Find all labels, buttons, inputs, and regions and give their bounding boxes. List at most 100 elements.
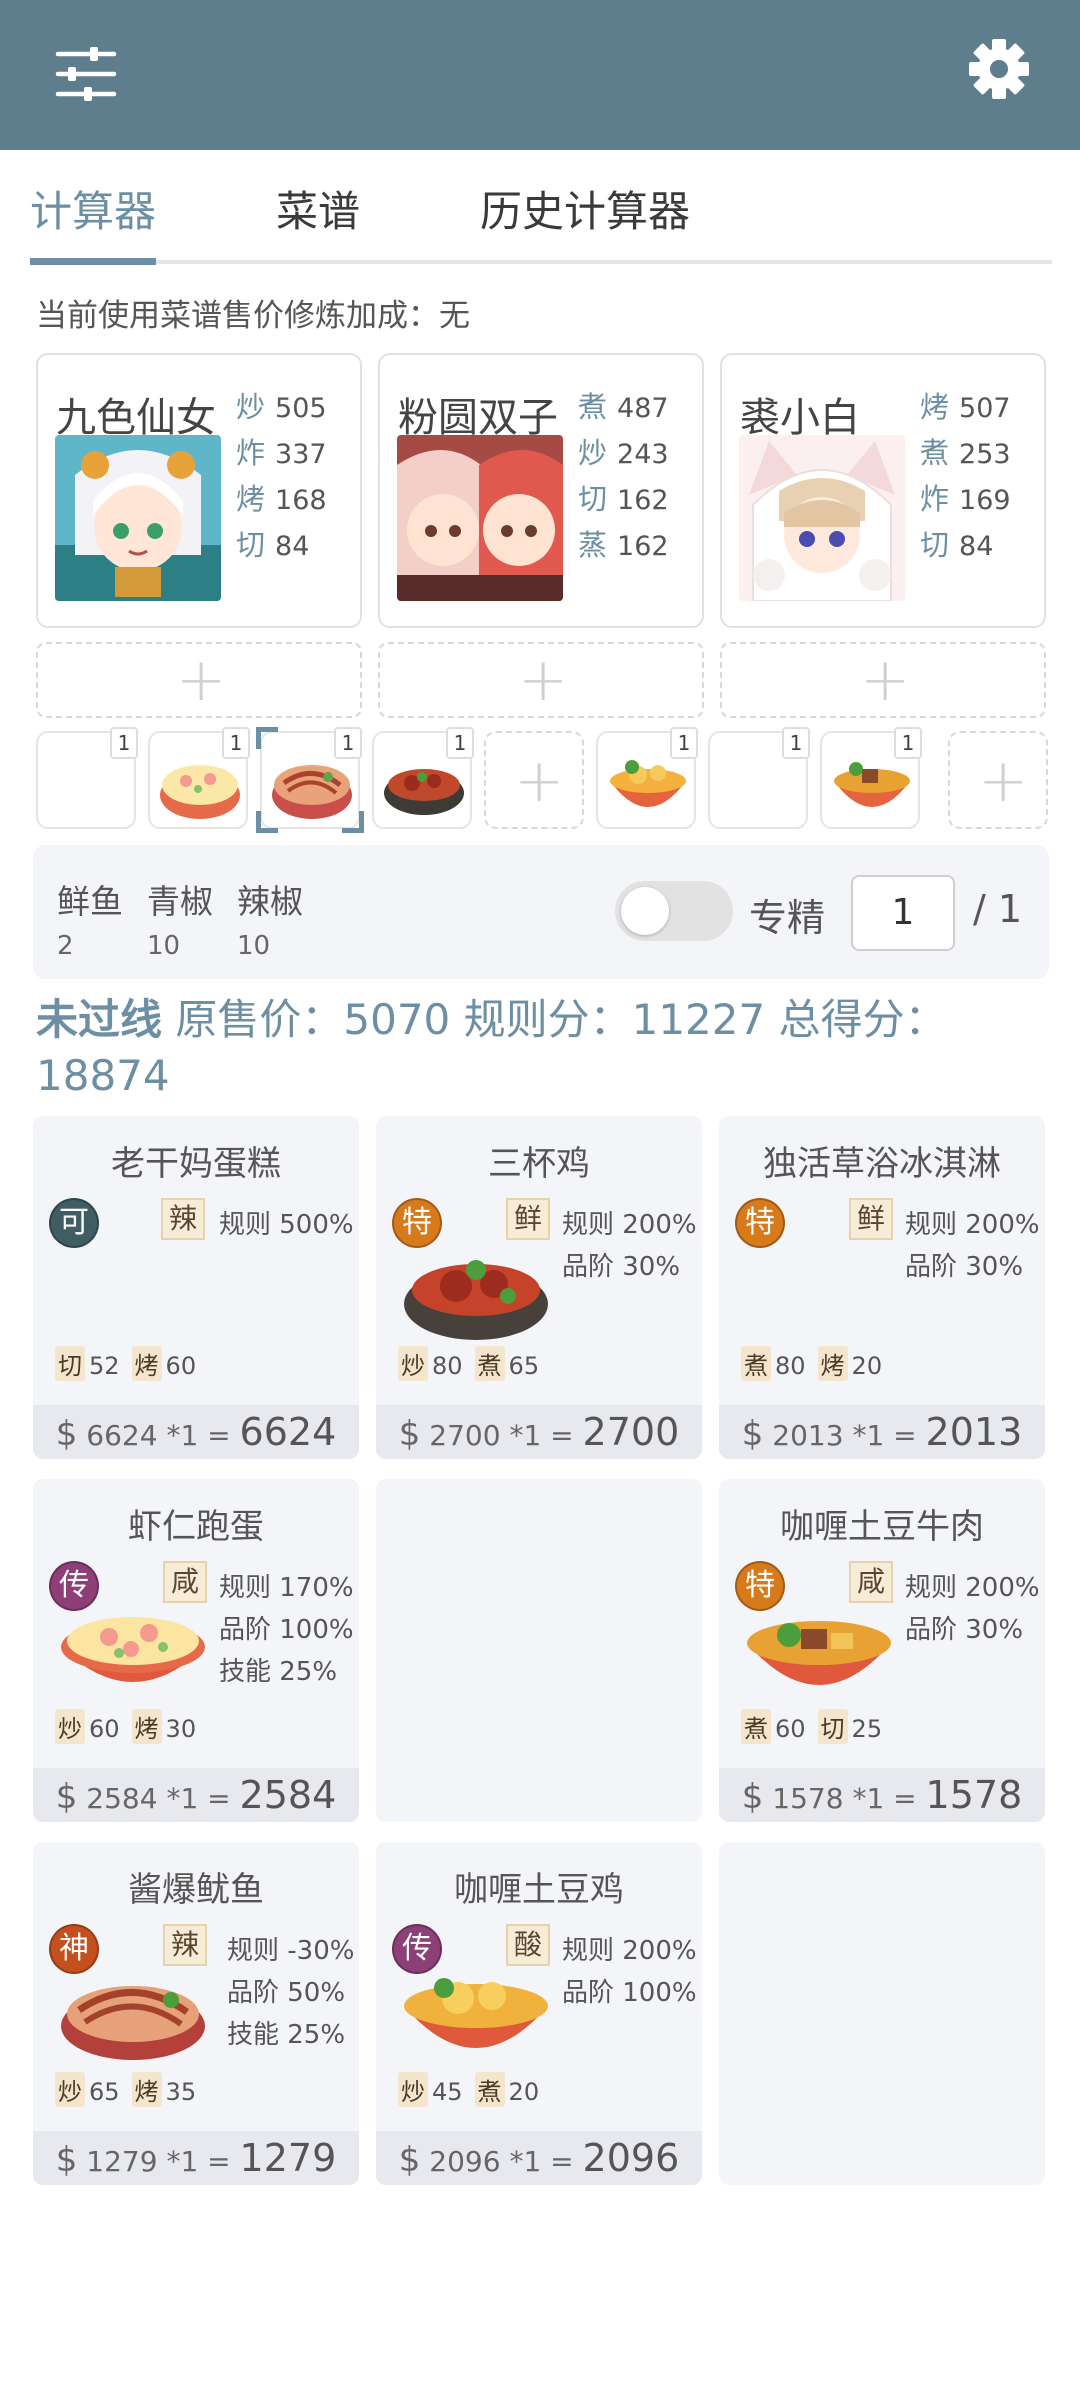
dish-skills: 炒 45 煮 20	[398, 2072, 551, 2107]
recipe-slot[interactable]: 1	[820, 727, 922, 829]
recipe-slot[interactable]: 1	[596, 727, 698, 829]
tab-bar: 计算器 菜谱 历史计算器	[0, 150, 1080, 268]
tab-active-indicator	[30, 258, 156, 265]
tab-recipes[interactable]: 菜谱	[276, 178, 360, 239]
empty-dish-card[interactable]	[719, 1842, 1045, 2185]
dish-price: $ 1279 *1 = 1279	[33, 2131, 359, 2185]
threshold-status: 未过线	[36, 995, 163, 1044]
recipe-slot[interactable]: 1	[36, 727, 138, 829]
plus-icon: +	[860, 645, 911, 715]
score-summary: 未过线 原售价：5070 规则分：11227 总得分：18874	[36, 992, 1046, 1104]
rarity-badge: 传	[49, 1561, 99, 1611]
dish-price: $ 2096 *1 = 2096	[376, 2131, 702, 2185]
dish-rules: 规则 200% 品阶 30%	[562, 1210, 697, 1282]
selection-corner	[256, 727, 278, 749]
slot-quantity: 1	[334, 727, 362, 759]
chef-portrait	[397, 435, 563, 601]
slot-quantity: 1	[446, 727, 474, 759]
chef-stats: 烤 507 煮 253 炸 169 切 84	[920, 390, 1011, 562]
specialize-total: / 1	[973, 887, 1023, 931]
gear-icon[interactable]	[964, 34, 1034, 104]
add-equipment-slot[interactable]: +	[378, 642, 704, 718]
dish-skills: 煮 80 烤 20	[741, 1346, 894, 1381]
rarity-badge: 特	[392, 1198, 442, 1248]
tab-calculator[interactable]: 计算器	[30, 178, 156, 239]
dish-rules: 规则 200% 品阶 30%	[905, 1210, 1040, 1282]
ingredient-item: 鲜鱼 2	[57, 882, 123, 961]
add-recipe-slot[interactable]: +	[484, 731, 584, 829]
recipe-slot[interactable]: 1	[148, 727, 250, 829]
specialize-count-input[interactable]: 1	[851, 875, 955, 951]
chef-portrait	[55, 435, 221, 601]
dish-rules: 规则 -30% 品阶 50% 技能 25%	[227, 1936, 355, 2050]
sliders-icon[interactable]	[52, 40, 120, 108]
price-bonus-status: 当前使用菜谱售价修炼加成：无	[36, 298, 470, 334]
flavor-tag: 鲜	[849, 1198, 893, 1240]
slot-quantity: 1	[782, 727, 810, 759]
dish-title: 独活草浴冰淇淋	[763, 1144, 1001, 1184]
slot-quantity: 1	[222, 727, 250, 759]
dish-card[interactable]: 咖喱土豆牛肉 特 咸 规则 200% 品阶 30% 煮 60 切 25 $ 1578 *…	[719, 1479, 1045, 1822]
dish-title: 咖喱土豆牛肉	[780, 1507, 984, 1547]
flavor-tag: 鲜	[506, 1198, 550, 1240]
recipe-slot-selected[interactable]: 1	[256, 727, 364, 833]
dish-card[interactable]: 虾仁跑蛋 传 咸 规则 170% 品阶 100% 技能 25% 炒 60 烤 30 $ 2…	[33, 1479, 359, 1822]
dish-price: $ 2700 *1 = 2700	[376, 1405, 702, 1459]
dish-skills: 炒 60 烤 30	[55, 1709, 208, 1744]
ingredient-summary: 鲜鱼 2 青椒 10 辣椒 10 专精 1 / 1	[33, 845, 1049, 979]
dish-rules: 规则 500%	[219, 1210, 354, 1240]
toggle-knob	[621, 887, 669, 935]
flavor-tag: 咸	[163, 1561, 207, 1603]
dish-skills: 切 52 烤 60	[55, 1346, 208, 1381]
dish-skills: 炒 80 煮 65	[398, 1346, 551, 1381]
flavor-tag: 酸	[506, 1924, 550, 1966]
dish-price: $ 1578 *1 = 1578	[719, 1768, 1045, 1822]
rarity-badge: 传	[392, 1924, 442, 1974]
rarity-badge: 神	[49, 1924, 99, 1974]
plus-icon: +	[176, 645, 227, 715]
add-recipe-slot[interactable]: +	[948, 731, 1048, 829]
plus-icon: +	[518, 645, 569, 715]
slot-quantity: 1	[670, 727, 698, 759]
rarity-badge: 特	[735, 1198, 785, 1248]
chef-portrait	[739, 435, 905, 601]
dish-title: 三杯鸡	[488, 1144, 590, 1184]
dish-card[interactable]: 独活草浴冰淇淋 特 鲜 规则 200% 品阶 30% 煮 80 烤 20 $ 2013 …	[719, 1116, 1045, 1459]
flavor-tag: 咸	[849, 1561, 893, 1603]
dish-price: $ 2013 *1 = 2013	[719, 1405, 1045, 1459]
flavor-tag: 辣	[163, 1924, 207, 1966]
dish-price: $ 6624 *1 = 6624	[33, 1405, 359, 1459]
chef-stats: 煮 487 炒 243 切 162 蒸 162	[578, 390, 669, 562]
score-detail: 原售价：5070 规则分：11227 总得分：18874	[36, 995, 947, 1100]
chef-card[interactable]: 九色仙女 炒 505 炸 337 烤 168 切 84	[36, 353, 362, 628]
add-equipment-slot[interactable]: +	[36, 642, 362, 718]
add-equipment-slot[interactable]: +	[720, 642, 1046, 718]
specialize-toggle[interactable]	[615, 881, 733, 941]
dish-card[interactable]: 酱爆鱿鱼 神 辣 规则 -30% 品阶 50% 技能 25% 炒 65 烤 35 $ 12…	[33, 1842, 359, 2185]
dish-title: 老干妈蛋糕	[111, 1144, 281, 1184]
chef-stats: 炒 505 炸 337 烤 168 切 84	[236, 390, 327, 562]
dish-rules: 规则 200% 品阶 100%	[562, 1936, 697, 2008]
dish-title: 虾仁跑蛋	[128, 1507, 264, 1547]
empty-dish-card[interactable]	[376, 1479, 702, 1822]
dish-card[interactable]: 咖喱土豆鸡 传 酸 规则 200% 品阶 100% 炒 45 煮 20 $ 2096 *…	[376, 1842, 702, 2185]
dish-card[interactable]: 三杯鸡 特 鲜 规则 200% 品阶 30% 炒 80 煮 65 $ 2700 *1 =…	[376, 1116, 702, 1459]
recipe-slot[interactable]: 1	[708, 727, 810, 829]
rarity-badge: 可	[49, 1198, 99, 1248]
ingredient-item: 辣椒 10	[237, 882, 303, 961]
dish-title: 酱爆鱿鱼	[128, 1870, 264, 1910]
dish-price: $ 2584 *1 = 2584	[33, 1768, 359, 1822]
flavor-tag: 辣	[161, 1198, 205, 1240]
tab-history-calculator[interactable]: 历史计算器	[480, 178, 690, 239]
dish-rules: 规则 170% 品阶 100% 技能 25%	[219, 1573, 354, 1687]
dish-card[interactable]: 老干妈蛋糕 可 辣 规则 500% 切 52 烤 60 $ 6624 *1 = 662…	[33, 1116, 359, 1459]
slot-quantity: 1	[894, 727, 922, 759]
recipe-slot[interactable]: 1	[372, 727, 474, 829]
top-app-bar	[0, 0, 1080, 150]
dish-skills: 煮 60 切 25	[741, 1709, 894, 1744]
chef-card[interactable]: 粉圆双子 煮 487 炒 243 切 162 蒸 162	[378, 353, 704, 628]
dish-skills: 炒 65 烤 35	[55, 2072, 208, 2107]
chef-card[interactable]: 裘小白 烤 507 煮 253 炸 169 切 84	[720, 353, 1046, 628]
dish-title: 咖喱土豆鸡	[454, 1870, 624, 1910]
slot-quantity: 1	[110, 727, 138, 759]
